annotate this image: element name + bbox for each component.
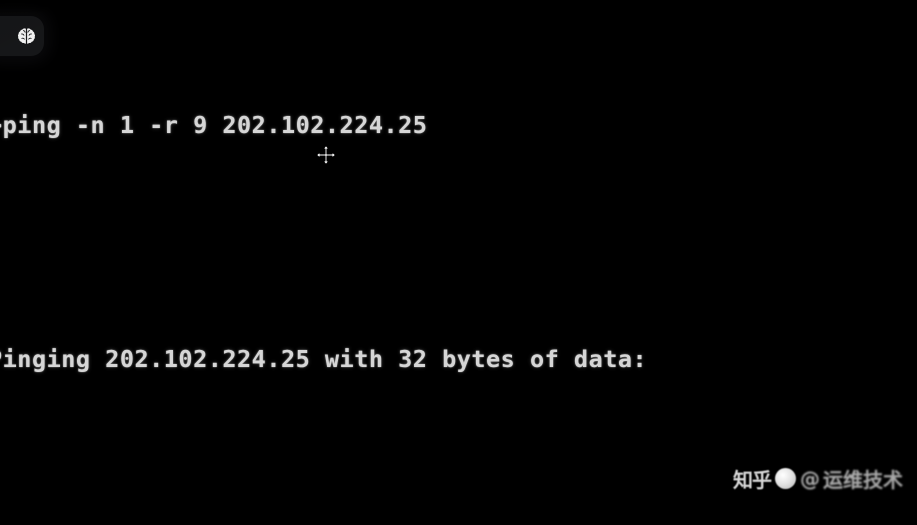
watermark-avatar: [775, 468, 796, 489]
watermark-username: 运维技术: [823, 468, 903, 492]
terminal-window: >ping -n 1 -r 9 202.102.224.25 Pinging 2…: [0, 0, 917, 525]
zhihu-watermark: 知乎 @ 运维技术: [733, 464, 903, 493]
blank-line-2: [0, 462, 808, 491]
terminal-output-lines: >ping -n 1 -r 9 202.102.224.25 Pinging 2…: [0, 23, 808, 525]
watermark-at: @: [800, 466, 820, 491]
brain-icon: [16, 26, 37, 47]
blank-line-1: [0, 228, 808, 257]
brain-badge[interactable]: [0, 16, 44, 56]
terminal-output[interactable]: >ping -n 1 -r 9 202.102.224.25 Pinging 2…: [0, 0, 917, 525]
command-line[interactable]: >ping -n 1 -r 9 202.102.224.25: [0, 111, 808, 140]
ping-header-line: Pinging 202.102.224.25 with 32 bytes of …: [0, 345, 648, 374]
watermark-logo: 知乎: [733, 468, 772, 492]
